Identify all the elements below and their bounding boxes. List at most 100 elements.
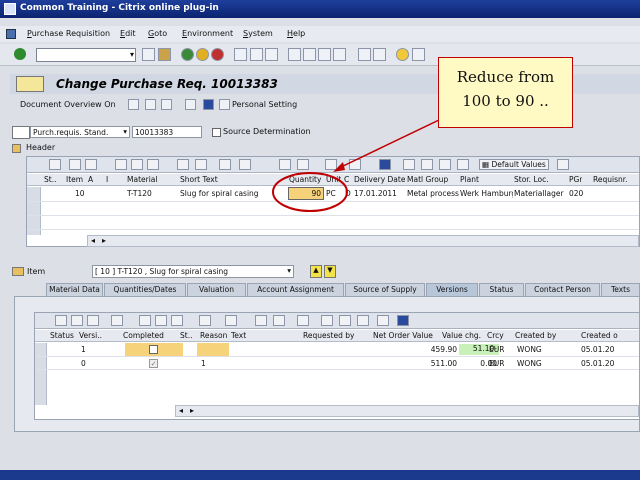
completed-checkbox[interactable] [149,345,158,354]
other-document-icon[interactable] [161,99,172,110]
graphic-2-icon[interactable] [377,315,389,326]
cell-short-text[interactable]: Slug for spiral casing [180,189,259,198]
col-st[interactable]: St.. [180,331,192,340]
col-item[interactable]: Item [66,175,83,184]
last-page-icon[interactable] [333,48,346,61]
layout-menu-icon[interactable] [412,48,425,61]
cell-stor-loc[interactable]: Materiallager [514,189,568,198]
tab-status[interactable]: Status [479,283,524,296]
items-grid-horizontal-scrollbar[interactable]: ◂ ▸ [87,235,639,247]
col-short-text[interactable]: Short Text [180,175,218,184]
deselect-all-icon[interactable] [87,315,99,326]
details-icon[interactable] [55,315,67,326]
graphic-icon[interactable] [357,315,369,326]
display-change-icon[interactable] [145,99,156,110]
col-status[interactable]: Status [50,331,74,340]
tab-source-of-supply[interactable]: Source of Supply [345,283,425,296]
export-icon[interactable] [273,315,285,326]
default-values-button[interactable]: ▦ Default Values [479,159,549,170]
save-icon[interactable] [158,48,171,61]
col-net-order-value[interactable]: Net Order Value [373,331,433,340]
first-page-icon[interactable] [288,48,301,61]
col-material[interactable]: Material [127,175,157,184]
col-created-by[interactable]: Created by [515,331,556,340]
row-selector-column[interactable] [35,343,47,405]
sum-icon[interactable] [219,159,231,170]
chevron-down-icon[interactable]: ▾ [287,266,291,275]
scroll-left-icon[interactable]: ◂ [179,406,183,415]
cell-pgr[interactable]: 020 [569,189,583,198]
menu-goto[interactable]: Goto [148,29,167,38]
exit-icon[interactable] [196,48,209,61]
account-icon[interactable] [457,159,469,170]
col-pgr[interactable]: PGr [569,175,582,184]
select-all-icon[interactable] [71,315,83,326]
source-determination-checkbox[interactable] [212,128,221,137]
col-status[interactable]: St.. [44,175,56,184]
subtotal-icon[interactable] [239,159,251,170]
col-text[interactable]: Text [231,331,246,340]
delete-icon[interactable] [85,159,97,170]
tab-versions[interactable]: Versions [426,283,478,296]
shortcut-icon[interactable] [373,48,386,61]
spreadsheet-icon[interactable] [339,315,351,326]
find-icon[interactable] [111,315,123,326]
print-icon[interactable] [234,48,247,61]
info-icon[interactable] [397,315,409,326]
sort-ascending-icon[interactable] [139,315,151,326]
help-icon[interactable] [396,48,409,61]
sort-ascending-icon[interactable] [115,159,127,170]
tab-texts[interactable]: Texts [601,283,640,296]
cell-matl-group[interactable]: Metal process [407,189,459,198]
find-icon[interactable] [177,159,189,170]
versions-grid-horizontal-scrollbar[interactable]: ◂ ▸ [175,405,639,417]
sort-descending-icon[interactable] [171,315,183,326]
sort-descending-icon[interactable] [147,159,159,170]
item-collapse-icon[interactable] [12,267,24,276]
col-requisnr[interactable]: Requisnr. [593,175,628,184]
col-plant[interactable]: Plant [460,175,479,184]
personal-setting-icon[interactable] [219,99,230,110]
menu-purchase-requisition[interactable]: Purchase Requisition [27,29,110,38]
hold-icon[interactable] [185,99,196,110]
view-icon[interactable] [321,315,333,326]
previous-item-button[interactable]: ▲ [310,265,322,278]
personal-setting-button[interactable]: Personal Setting [232,100,297,109]
info-icon[interactable] [203,99,214,110]
default-values-settings-icon[interactable] [557,159,569,170]
tab-account-assignment[interactable]: Account Assignment [247,283,344,296]
chevron-down-icon[interactable]: ▾ [123,127,127,136]
cell-plant[interactable]: Werk Hamburg [460,189,513,198]
new-document-icon[interactable] [128,99,139,110]
document-overview-button[interactable]: Document Overview On [20,100,116,109]
tab-material-data[interactable]: Material Data [46,283,103,296]
menu-environment[interactable]: Environment [182,29,233,38]
table-row[interactable]: 1 459.90 51.10- EUR WONG 05.01.20 [47,343,639,356]
document-type-select[interactable]: Purch.requis. Stand. ▾ [30,126,130,138]
scroll-left-icon[interactable]: ◂ [91,236,95,245]
tab-quantities-dates[interactable]: Quantities/Dates [104,283,186,296]
item-select[interactable]: [ 10 ] T-T120 , Slug for spiral casing ▾ [92,265,294,278]
menu-edit[interactable]: Edit [120,29,136,38]
find-icon[interactable] [250,48,263,61]
tab-contact-person[interactable]: Contact Person [525,283,600,296]
tab-valuation[interactable]: Valuation [187,283,246,296]
find-next-icon[interactable] [265,48,278,61]
col-completed[interactable]: Completed [123,331,164,340]
command-field[interactable]: ▾ [36,48,136,62]
col-version[interactable]: Versi.. [79,331,102,340]
header-expand-icon[interactable] [12,144,21,153]
col-created-on[interactable]: Created o [581,331,618,340]
menu-help[interactable]: Help [287,29,305,38]
scroll-right-icon[interactable]: ▸ [190,406,194,415]
details-icon[interactable] [49,159,61,170]
layout-icon[interactable] [297,315,309,326]
sap-menu-icon[interactable] [6,29,16,39]
next-item-button[interactable]: ▼ [324,265,336,278]
subtotal-icon[interactable] [225,315,237,326]
col-value-chg[interactable]: Value chg. [442,331,481,340]
copy-icon[interactable] [69,159,81,170]
cell-material[interactable]: T-T120 [127,189,152,198]
col-crcy[interactable]: Crcy [487,331,504,340]
chevron-down-icon[interactable]: ▾ [130,50,134,59]
